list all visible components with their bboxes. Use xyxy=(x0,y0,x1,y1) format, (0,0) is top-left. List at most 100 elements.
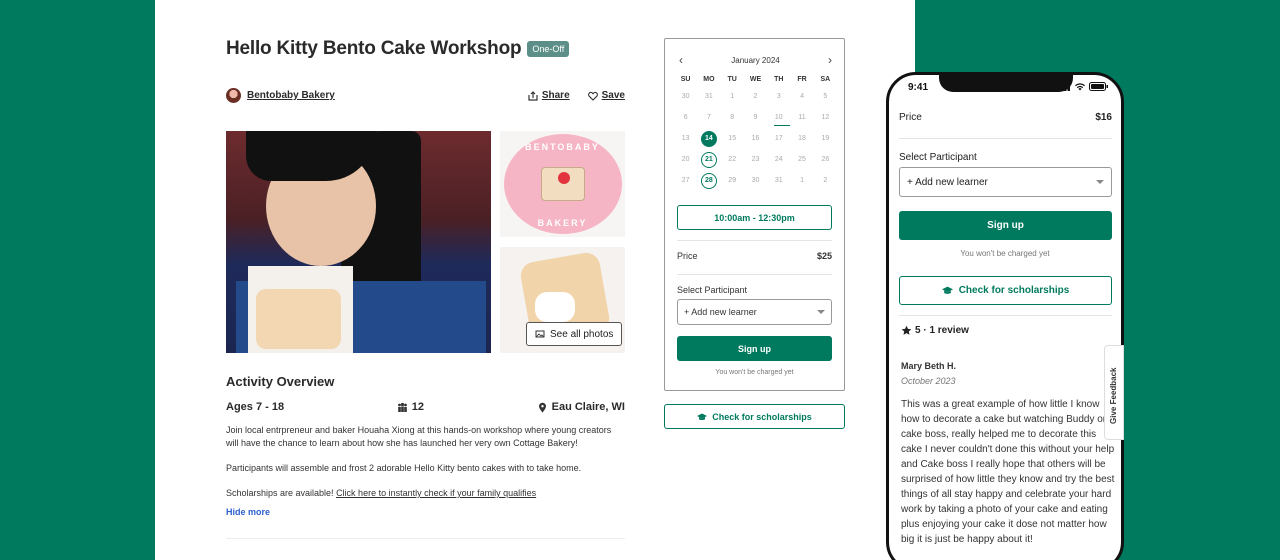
page-title: Hello Kitty Bento Cake Workshop xyxy=(226,38,522,59)
participant-select[interactable]: + Add new learner xyxy=(677,299,832,325)
overview-title: Activity Overview xyxy=(226,374,335,389)
phone-notch xyxy=(939,75,1073,92)
group-size-fact: 12 xyxy=(397,401,424,413)
phone-participant-select[interactable]: + Add new learner xyxy=(899,167,1112,197)
calendar-day: 30 xyxy=(744,170,767,191)
calendar-day-number: 12 xyxy=(821,114,830,121)
booking-card: ‹ January 2024 › SU MO TU WE TH FR SA 30 31 1 2 3 4 5… xyxy=(664,38,845,391)
calendar-day: 29 xyxy=(721,170,744,191)
save-button[interactable]: Save xyxy=(587,90,625,101)
calendar-day: 31 xyxy=(697,86,720,107)
calendar-day: 4 xyxy=(790,86,813,107)
calendar-day-number: 13 xyxy=(681,135,690,142)
main-photo[interactable] xyxy=(226,131,491,353)
calendar-day-number: 15 xyxy=(728,135,737,142)
graduation-cap-icon xyxy=(941,286,953,294)
calendar-header: ‹ January 2024 › xyxy=(665,53,844,67)
calendar-day-number: 4 xyxy=(800,93,805,100)
calendar-day: 16 xyxy=(744,128,767,149)
scholarships-label: Check for scholarships xyxy=(712,411,812,422)
calendar-day-number: 30 xyxy=(681,93,690,100)
chevron-down-icon xyxy=(817,310,825,314)
calendar-day-number: 16 xyxy=(751,135,760,142)
calendar-day-number: 24 xyxy=(774,156,783,163)
next-month-button[interactable]: › xyxy=(828,53,832,67)
calendar-day: 2 xyxy=(744,86,767,107)
calendar-day-number: 31 xyxy=(705,93,713,100)
calendar-day: 1 xyxy=(721,86,744,107)
phone-sign-up-button[interactable]: Sign up xyxy=(899,211,1112,240)
calendar-day: 17 xyxy=(767,128,790,149)
wifi-icon xyxy=(1075,83,1085,91)
calendar-day: 24 xyxy=(767,149,790,170)
rating-text: 5 · 1 review xyxy=(915,325,969,336)
star-icon xyxy=(901,325,912,335)
sign-up-button[interactable]: Sign up xyxy=(677,336,832,361)
calendar-day: 15 xyxy=(721,128,744,149)
calendar-day[interactable]: 28 xyxy=(697,170,720,191)
check-scholarships-button[interactable]: Check for scholarships xyxy=(664,404,845,429)
calendar-day: 2 xyxy=(814,170,837,191)
give-feedback-tab[interactable]: Give Feedback xyxy=(1104,345,1124,440)
calendar-day-number: 10 xyxy=(774,114,783,121)
calendar-day: 8 xyxy=(721,107,744,128)
bakery-logo-photo[interactable]: BENTOBABY BAKERY xyxy=(500,131,625,237)
divider xyxy=(226,538,625,539)
calendar-day: 1 xyxy=(790,170,813,191)
calendar-day-number: 25 xyxy=(798,156,806,163)
group-size-label: 12 xyxy=(411,401,424,413)
activity-description: Join local entrpreneur and baker Houaha … xyxy=(226,424,626,512)
calendar-day[interactable]: 21 xyxy=(697,149,720,170)
calendar-day-number: 1 xyxy=(730,93,735,100)
people-icon xyxy=(397,402,407,412)
share-button[interactable]: Share xyxy=(528,90,570,101)
price-value: $25 xyxy=(816,251,832,261)
time-slot-button[interactable]: 10:00am - 12:30pm xyxy=(677,205,832,230)
calendar-day-number: 21 xyxy=(700,151,717,168)
scholarship-link[interactable]: Click here to instantly check if your fa… xyxy=(336,488,536,498)
phone-check-scholarships-button[interactable]: Check for scholarships xyxy=(899,276,1112,305)
divider xyxy=(899,138,1112,139)
calendar-day-number: 14 xyxy=(700,130,717,147)
avatar[interactable] xyxy=(226,88,241,103)
participant-label: Select Participant xyxy=(677,285,748,295)
price-row: Price $25 xyxy=(677,251,832,261)
calendar-day: 10 xyxy=(767,107,791,128)
calendar-day: 5 xyxy=(814,86,837,107)
photo-shape xyxy=(256,289,341,349)
calendar-day-number: 11 xyxy=(798,114,806,121)
calendar-day-number: 19 xyxy=(821,135,830,142)
title-row: Hello Kitty Bento Cake Workshop One-Off xyxy=(226,38,570,60)
calendar-day-number: 31 xyxy=(774,177,783,184)
bakery-logo: BENTOBABY BAKERY xyxy=(503,134,622,234)
ages-label: Ages 7 - 18 xyxy=(226,401,285,413)
calendar-day: 6 xyxy=(674,107,697,128)
calendar-day[interactable]: 14 xyxy=(697,128,720,149)
calendar-day: 26 xyxy=(814,149,837,170)
host-link[interactable]: Bentobaby Bakery xyxy=(247,90,335,101)
phone-charge-note: You won't be charged yet xyxy=(960,249,1050,258)
calendar-weekday: SA xyxy=(820,75,831,83)
participant-value: + Add new learner xyxy=(684,307,757,317)
rating-summary: 5 · 1 review xyxy=(901,325,969,336)
prev-month-button[interactable]: ‹ xyxy=(679,53,683,67)
calendar-day: 13 xyxy=(674,128,697,149)
calendar-weekday: TU xyxy=(727,75,737,83)
signal-icon xyxy=(1057,82,1070,91)
see-all-photos-button[interactable]: See all photos xyxy=(526,322,623,346)
cake-box-icon xyxy=(540,167,585,201)
calendar-day: 25 xyxy=(790,149,813,170)
calendar-day-number: 22 xyxy=(728,156,737,163)
description-paragraph: Scholarships are available! Click here t… xyxy=(226,487,626,500)
hide-more-link[interactable]: Hide more xyxy=(226,507,270,517)
status-icons xyxy=(1057,82,1109,91)
host-row: Bentobaby Bakery Share Save xyxy=(226,88,625,103)
ages-fact: Ages 7 - 18 xyxy=(226,401,284,413)
calendar-day: 18 xyxy=(790,128,813,149)
heart-icon xyxy=(587,91,598,101)
calendar-day-number: 17 xyxy=(774,135,783,142)
calendar-day: 9 xyxy=(744,107,767,128)
calendar-day: 3 xyxy=(767,86,790,107)
calendar-day: 12 xyxy=(814,107,837,128)
activity-facts: Ages 7 - 18 12 Eau Claire, WI xyxy=(226,401,625,413)
